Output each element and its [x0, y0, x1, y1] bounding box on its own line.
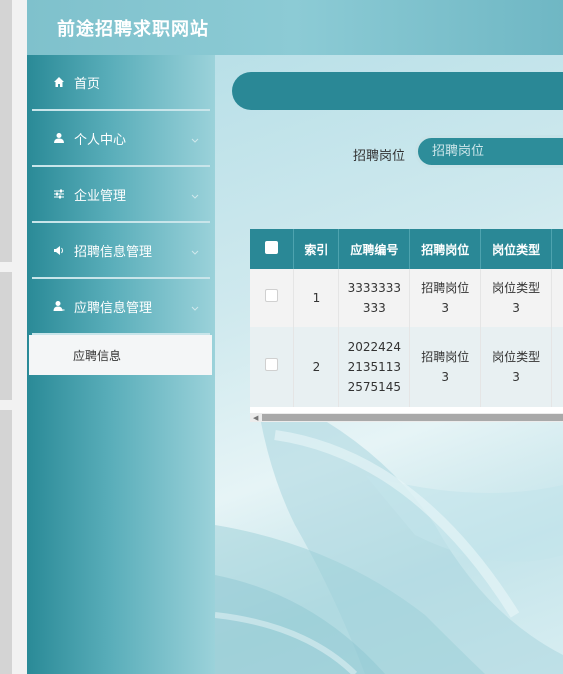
cell-truncated — [551, 269, 563, 327]
chevron-down-icon — [190, 134, 200, 144]
search-input[interactable] — [415, 135, 563, 168]
column-header-truncated — [551, 229, 563, 269]
sidebar-item-label: 首页 — [74, 76, 101, 92]
cell-index: 2 — [293, 327, 340, 407]
submenu-item-application-info[interactable]: 应聘信息 — [29, 335, 212, 375]
horizontal-scrollbar[interactable]: ◀ — [250, 413, 563, 422]
cell-position: 招聘岗位 3 — [409, 269, 482, 327]
row-select-cell — [250, 327, 295, 407]
chevron-down-icon — [190, 246, 200, 256]
sliders-icon — [52, 187, 66, 201]
user-edit-icon — [52, 299, 66, 313]
column-header-index: 索引 — [293, 229, 340, 269]
edge-bar — [0, 0, 12, 262]
cell-position-type: 岗位类型 3 — [480, 269, 553, 327]
cell-application-no: 2022424 2135113 2575145 — [338, 327, 411, 407]
chevron-down-icon — [190, 302, 200, 312]
app-header: 前途招聘求职网站 — [27, 0, 563, 55]
row-checkbox[interactable] — [265, 289, 279, 302]
sidebar-item-job-info-management[interactable]: 招聘信息管理 — [32, 223, 210, 279]
cell-index: 1 — [293, 269, 340, 327]
cell-application-no: 3333333 333 — [338, 269, 411, 327]
scroll-left-icon[interactable]: ◀ — [253, 414, 258, 422]
table-row[interactable]: 2 2022424 2135113 2575145 招聘岗位 3 岗位类型 3 — [250, 327, 563, 407]
sidebar-item-label: 个人中心 — [74, 132, 127, 148]
user-icon — [52, 131, 66, 145]
left-edge-strip — [0, 0, 27, 674]
cell-position: 招聘岗位 3 — [409, 327, 482, 407]
sidebar-item-personal-center[interactable]: 个人中心 — [32, 111, 210, 167]
sidebar-item-label: 企业管理 — [74, 188, 127, 204]
sidebar-item-label: 招聘信息管理 — [74, 244, 153, 260]
site-title: 前途招聘求职网站 — [57, 19, 209, 40]
sidebar-item-label: 应聘信息管理 — [74, 300, 153, 316]
search-label: 招聘岗位 — [353, 149, 406, 164]
cell-truncated — [551, 327, 563, 407]
sidebar-item-home[interactable]: 首页 — [32, 55, 210, 111]
scrollbar-thumb[interactable] — [262, 414, 563, 421]
row-checkbox[interactable] — [265, 358, 279, 371]
column-header-position: 招聘岗位 — [409, 229, 482, 269]
sidebar: 首页 个人中心 企业管理 招聘信息管理 应聘信息管理 应聘信息 — [27, 55, 215, 674]
submenu-item-label: 应聘信息 — [73, 348, 122, 363]
edge-bar — [0, 410, 12, 674]
sidebar-item-company-management[interactable]: 企业管理 — [32, 167, 210, 223]
select-all-checkbox[interactable] — [265, 241, 279, 254]
edge-bar — [0, 272, 12, 400]
top-banner — [232, 72, 563, 110]
column-header-position-type: 岗位类型 — [480, 229, 553, 269]
megaphone-icon — [52, 243, 66, 257]
cell-position-type: 岗位类型 3 — [480, 327, 553, 407]
row-select-cell — [250, 269, 295, 327]
sidebar-item-application-management[interactable]: 应聘信息管理 — [32, 279, 210, 335]
column-header-application-no: 应聘编号 — [338, 229, 411, 269]
data-table: 索引 应聘编号 招聘岗位 岗位类型 1 3333333 333 招聘岗位 3 岗位类… — [250, 229, 563, 422]
main-content: 招聘岗位 索引 应聘编号 招聘岗位 岗位类型 1 — [215, 55, 563, 674]
select-all-header — [250, 229, 295, 269]
home-icon — [52, 75, 66, 89]
table-row[interactable]: 1 3333333 333 招聘岗位 3 岗位类型 3 — [250, 269, 563, 327]
chevron-down-icon — [190, 190, 200, 200]
